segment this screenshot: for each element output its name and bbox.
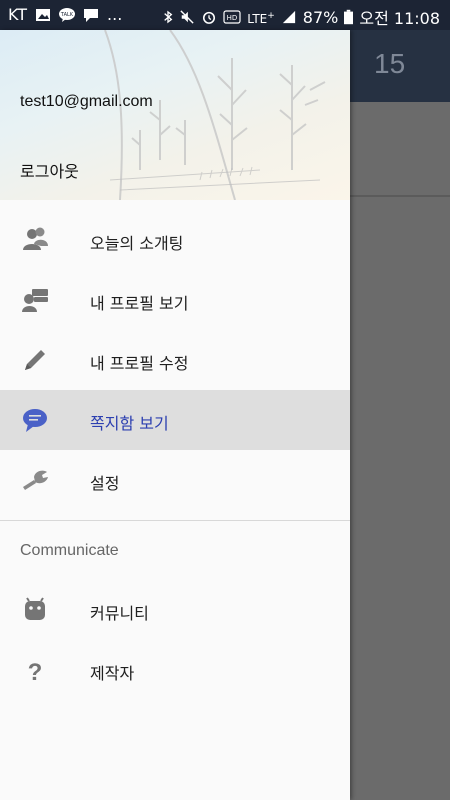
menu-label: 제작자 <box>90 664 135 683</box>
menu-item-credits[interactable]: ? 제작자 <box>0 640 350 700</box>
question-icon: ? <box>28 659 43 685</box>
menu-label: 오늘의 소개팅 <box>90 234 184 253</box>
message-icon <box>84 8 99 22</box>
status-right: HD LTE+ 87% 오전 11:08 <box>163 5 440 29</box>
hd-icon: HD <box>223 10 241 24</box>
section-header-communicate: Communicate <box>20 542 119 559</box>
menu-item-today-blind-date[interactable]: 오늘의 소개팅 <box>0 210 350 270</box>
svg-text:TALK: TALK <box>60 12 74 18</box>
menu-label: 쪽지함 보기 <box>90 414 169 433</box>
svg-text:?: ? <box>28 659 43 685</box>
menu-item-messages[interactable]: 쪽지함 보기 <box>0 390 350 450</box>
menu-item-settings[interactable]: 설정 <box>0 450 350 510</box>
bluetooth-icon <box>164 10 173 24</box>
wrench-icon <box>23 470 48 490</box>
app-title: 15 <box>374 48 406 79</box>
more-notifications: ... <box>107 5 123 24</box>
signal-icon <box>282 10 295 24</box>
status-left: KT TALK ... <box>8 5 122 24</box>
menu-label: 내 프로필 수정 <box>90 354 189 373</box>
svg-text:HD: HD <box>227 14 238 22</box>
network-label: LTE <box>247 11 268 26</box>
profile-card-icon <box>22 289 48 312</box>
talk-icon: TALK <box>59 7 76 22</box>
android-icon <box>25 597 45 620</box>
menu-item-view-profile[interactable]: 내 프로필 보기 <box>0 270 350 330</box>
menu-divider <box>0 520 350 521</box>
carrier-label: KT <box>8 5 28 24</box>
navigation-drawer: test10@gmail.com 로그아웃 오늘의 소개팅 내 프로필 보기 내… <box>0 30 350 800</box>
app-content-scrim[interactable]: 15 <box>350 30 450 800</box>
mute-icon <box>180 10 194 24</box>
status-bar: KT TALK ... HD LTE+ 87% 오전 11:08 <box>0 0 450 30</box>
account-email: test10@gmail.com <box>20 93 153 110</box>
menu-label: 설정 <box>90 474 120 493</box>
image-icon <box>36 8 51 21</box>
menu-item-community[interactable]: 커뮤니티 <box>0 580 350 640</box>
logout-button[interactable]: 로그아웃 <box>20 158 79 182</box>
alarm-icon <box>203 11 216 24</box>
menu-item-edit-profile[interactable]: 내 프로필 수정 <box>0 330 350 390</box>
app-divider <box>350 195 450 197</box>
drawer-header: test10@gmail.com 로그아웃 <box>0 30 350 200</box>
battery-icon <box>344 9 354 25</box>
app-toolbar: 15 <box>350 30 450 102</box>
people-icon <box>23 227 48 250</box>
clock: 오전 11:08 <box>359 9 440 28</box>
menu-label: 커뮤니티 <box>90 604 149 623</box>
chat-bubble-icon <box>23 409 47 432</box>
lte-icon: LTE+ <box>247 10 275 26</box>
pencil-icon <box>25 350 45 370</box>
battery-percent: 87% <box>302 7 339 27</box>
menu-label: 내 프로필 보기 <box>90 294 189 313</box>
